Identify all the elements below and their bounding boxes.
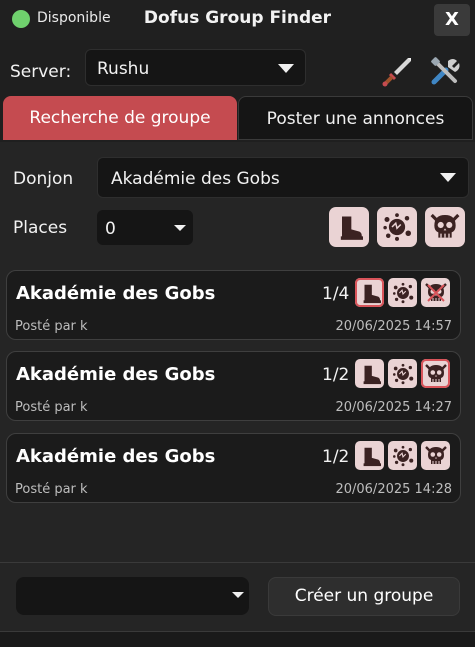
footer-bar (0, 631, 475, 647)
splat-icon (382, 212, 412, 242)
listing-count: 1/2 (322, 447, 350, 467)
boot-icon (363, 447, 381, 466)
dungeon-select[interactable]: Akadémie des Gobs (97, 157, 469, 198)
dungeon-label: Donjon (13, 169, 74, 189)
listing-card[interactable]: Akadémie des Gobs 1/2 Posté par k 20/06/… (6, 433, 461, 503)
skull-icon (430, 213, 460, 240)
role-slot (355, 359, 384, 388)
listing-date: 20/06/2025 14:57 (335, 319, 452, 334)
listing-title: Akadémie des Gobs (16, 283, 216, 304)
listing-author: Posté par k (15, 482, 88, 497)
chevron-down-icon (440, 173, 456, 182)
role-slot (355, 278, 384, 307)
filter-splat-button[interactable] (377, 207, 417, 247)
places-value: 0 (105, 219, 116, 239)
dungeon-value: Akadémie des Gobs (111, 169, 280, 189)
listing-card[interactable]: Akadémie des Gobs 1/2 Posté par k 20/06/… (6, 351, 461, 421)
filter-boot-button[interactable] (329, 207, 369, 247)
splat-icon (391, 444, 414, 467)
listing-card[interactable]: Akadémie des Gobs 1/4 Posté par k 20/06/… (6, 270, 461, 340)
skull-icon (424, 445, 447, 465)
role-slot (421, 278, 450, 307)
skull-icon (424, 363, 447, 383)
group-select[interactable] (16, 577, 249, 615)
server-label: Server: (10, 62, 72, 82)
places-select[interactable]: 0 (97, 210, 193, 245)
filter-skull-button[interactable] (425, 207, 465, 247)
role-slot (421, 441, 450, 470)
role-slot (388, 359, 417, 388)
app-title: Dofus Group Finder (143, 8, 332, 28)
listing-author: Posté par k (15, 319, 88, 334)
listing-author: Posté par k (15, 400, 88, 415)
chevron-down-icon (174, 225, 186, 231)
role-slot (355, 441, 384, 470)
tools-icon (431, 57, 460, 85)
listing-count: 1/2 (322, 365, 350, 385)
server-value: Rushu (97, 59, 150, 79)
listing-title: Akadémie des Gobs (16, 364, 216, 385)
tools-button[interactable] (428, 54, 462, 88)
sword-button[interactable] (380, 54, 414, 88)
listing-title: Akadémie des Gobs (16, 446, 216, 467)
splat-icon (391, 362, 414, 385)
server-select[interactable]: Rushu (85, 49, 306, 86)
skull-icon (424, 282, 447, 302)
tab-post-listing[interactable]: Poster une annonces (238, 96, 473, 140)
sword-icon (382, 58, 411, 87)
chevron-down-icon (278, 64, 294, 73)
role-slot (388, 441, 417, 470)
chevron-down-icon (232, 592, 244, 598)
places-label: Places (13, 218, 68, 238)
boot-icon (363, 365, 381, 384)
splat-icon (391, 281, 414, 304)
listing-date: 20/06/2025 14:28 (335, 482, 452, 497)
listing-date: 20/06/2025 14:27 (335, 400, 452, 415)
tab-bar: Recherche de groupe Poster une annonces (0, 96, 475, 142)
title-bar: Disponible Dofus Group Finder X (0, 0, 475, 40)
tab-search-group[interactable]: Recherche de groupe (3, 96, 237, 140)
role-slot (388, 278, 417, 307)
boot-icon (363, 284, 381, 303)
divider (0, 562, 475, 563)
listing-count: 1/4 (322, 284, 350, 304)
role-slot (421, 359, 450, 388)
close-button[interactable]: X (434, 4, 470, 36)
boot-icon (340, 216, 363, 240)
create-group-button[interactable]: Créer un groupe (268, 577, 460, 616)
